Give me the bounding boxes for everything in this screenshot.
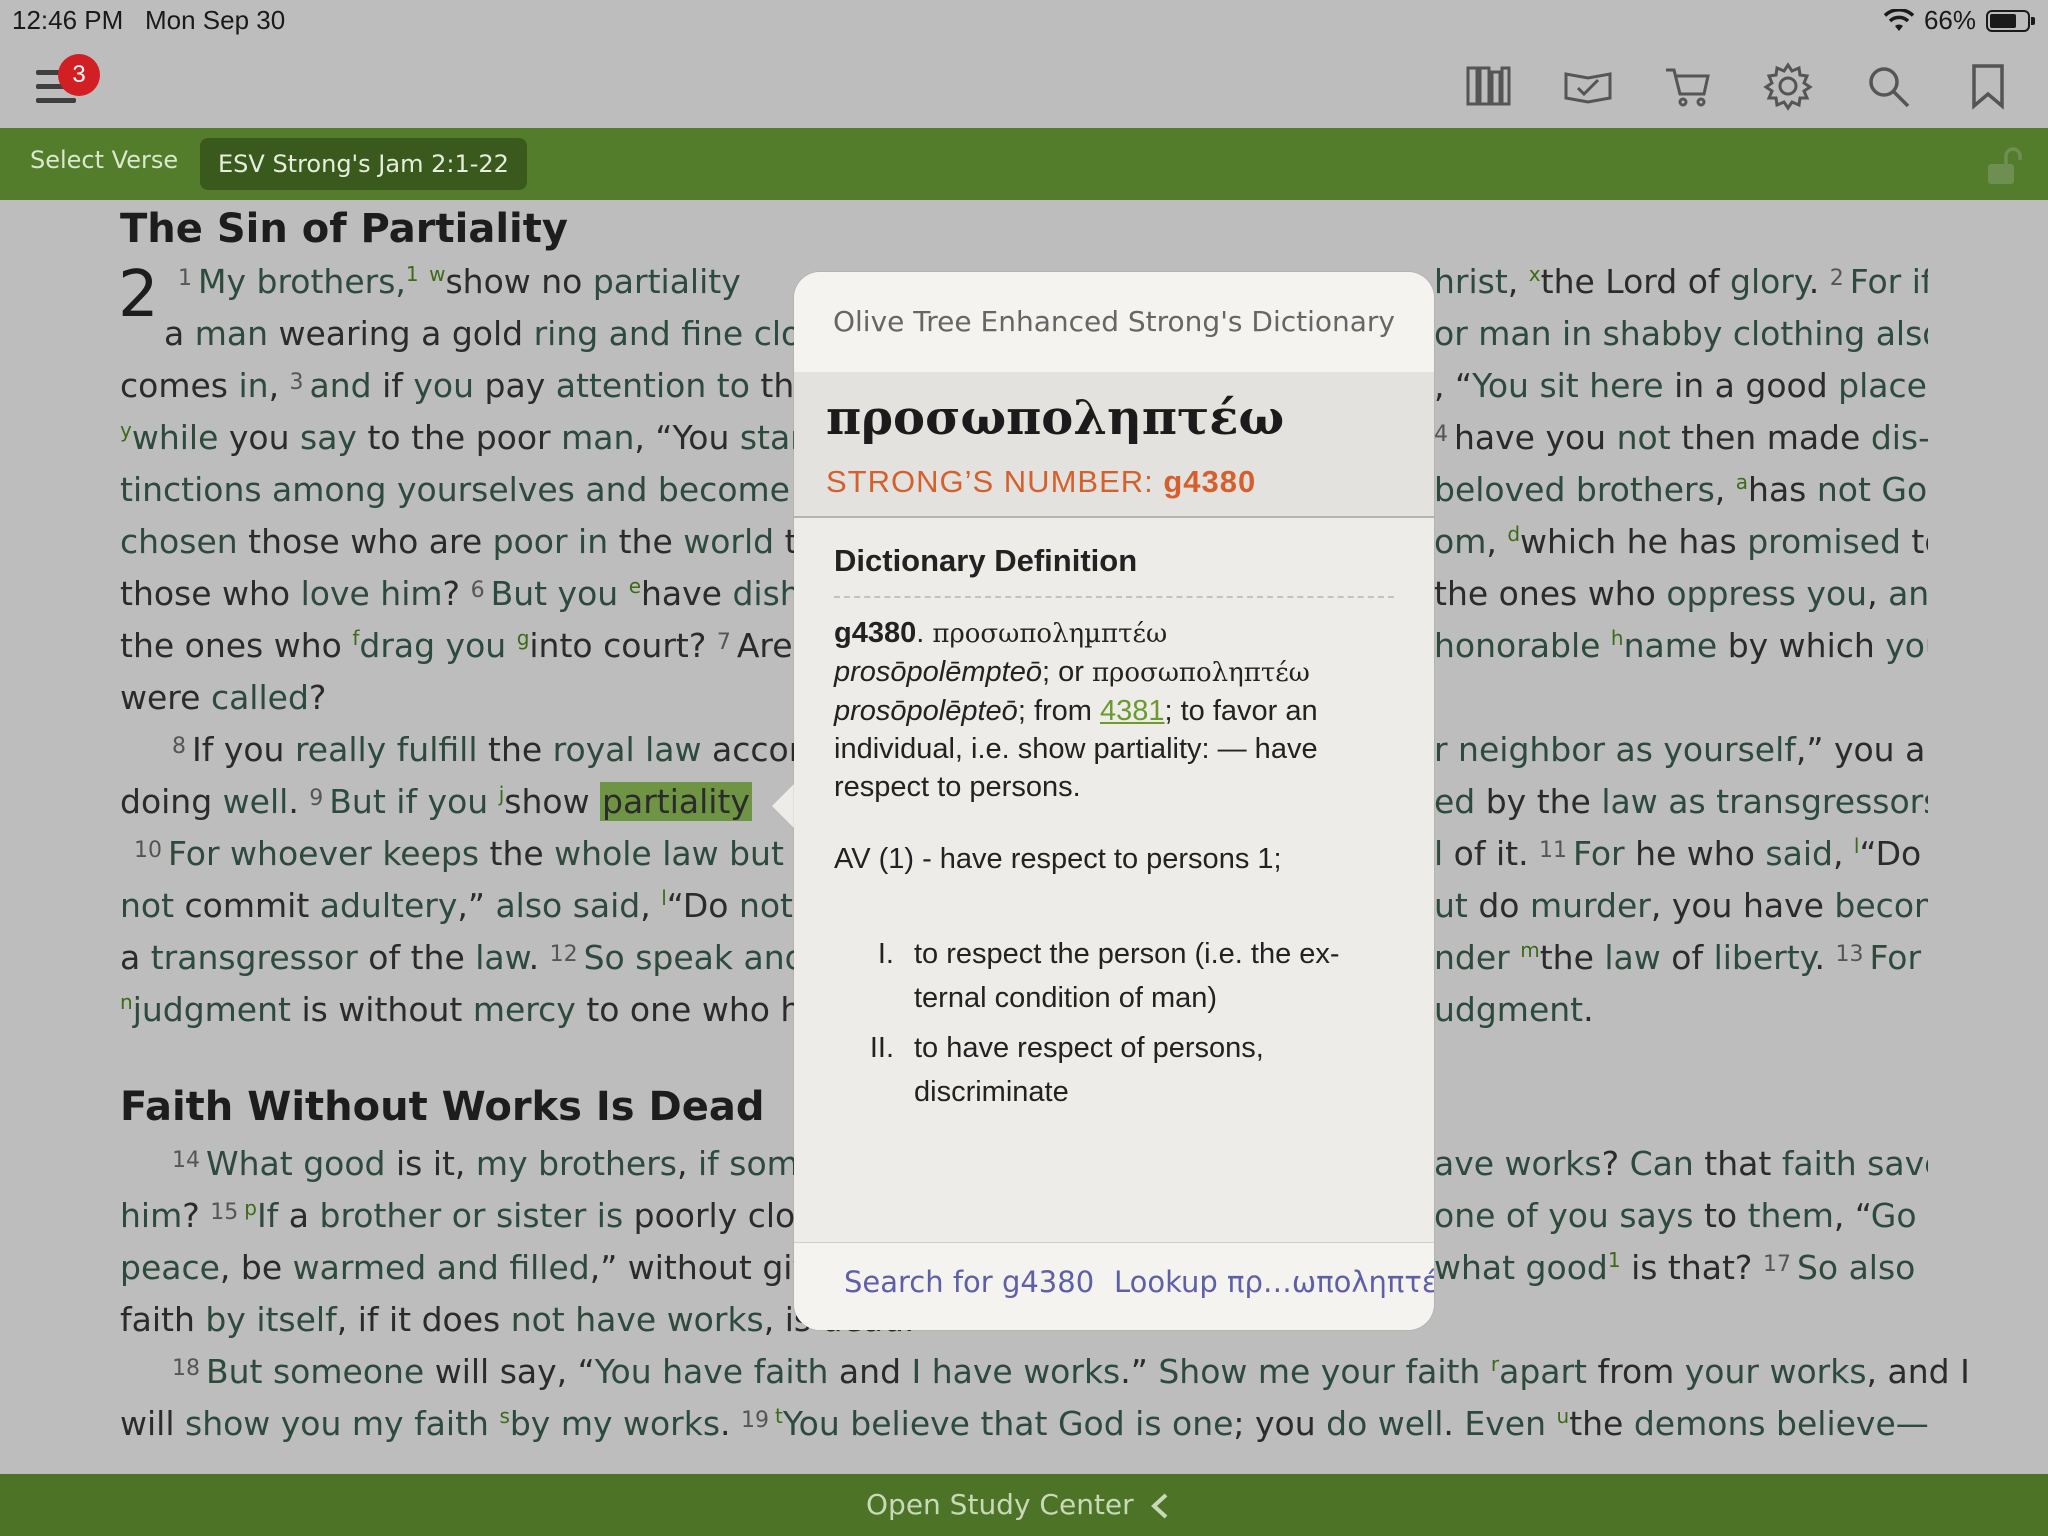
reading-plan-icon[interactable] <box>1562 60 1614 112</box>
definition-item: II. to have respect of persons, discrimin… <box>869 1032 1264 1108</box>
verse-line: ave works? Can that faith save <box>1434 1144 1928 1183</box>
status-right: 66% <box>1883 5 2035 36</box>
verse-line: will show you my faith sby my works. 19 t… <box>120 1404 1928 1443</box>
battery-icon <box>1986 9 2035 32</box>
definition-text: g4380. προσωποληµπτέω prosōpolēmpteō; or… <box>834 617 1318 803</box>
menu-line <box>36 98 76 103</box>
section-heading: Faith Without Works Is Dead <box>120 1084 765 1130</box>
popup-header: προσωποληπτέω STRONG’S NUMBER: g4380 <box>794 372 1434 518</box>
definition-body: Dictionary Definition g4380. προσωποληµπ… <box>834 532 1394 1120</box>
battery-percent: 66% <box>1923 5 1976 35</box>
definition-heading: Dictionary Definition <box>834 542 1394 598</box>
verse-line: what good1 is that? 17 So also <box>1434 1248 1916 1287</box>
verse-line: nder mthe law of liberty. 13 For <box>1434 938 1922 977</box>
bookmark-icon[interactable] <box>1962 60 2014 112</box>
study-center-bar[interactable]: Open Study Center <box>0 1474 2048 1536</box>
chevron-left-icon[interactable] <box>1148 1492 1172 1520</box>
reference-button[interactable]: ESV Strong's Jam 2:1-22 <box>200 138 527 190</box>
verse-line: l of it. 11 For he who said, l“Do <box>1434 834 1922 873</box>
verse-line: one of you says to them, “Go in <box>1434 1196 1928 1235</box>
status-time: 12:46 PM Mon Sep 30 <box>12 5 286 35</box>
status-bar: 12:46 PM Mon Sep 30 66% <box>0 0 2048 40</box>
gear-icon[interactable] <box>1762 60 1814 112</box>
highlighted-word[interactable]: partiality <box>600 782 752 821</box>
section-heading: The Sin of Partiality <box>120 206 568 252</box>
lookup-button[interactable]: Lookup πρ…ωποληπτέω <box>1114 1265 1434 1299</box>
strongs-number: STRONG’S NUMBER: g4380 <box>826 464 1257 499</box>
verse-line: om, dwhich he has promised to <box>1434 522 1928 561</box>
definition-list: I. to respect the person (i.e. the ex-ter… <box>834 932 1394 1114</box>
verse-line: hrist, xthe Lord of glory. 2 For if <box>1434 262 1928 301</box>
verse-line: ut do murder, you have become <box>1434 886 1928 925</box>
popover-arrow <box>772 782 796 830</box>
popup-actions: Search for g4380 Lookup πρ…ωποληπτέω <box>794 1242 1434 1330</box>
verse-line: , “You sit here in a good place,” <box>1434 366 1928 405</box>
verse-line: honorable hname by which you <box>1434 626 1928 665</box>
navigation-bar: Select Verse ESV Strong's Jam 2:1-22 <box>0 128 2048 200</box>
notification-badge: 3 <box>58 54 100 96</box>
verse-line: 18 But someone will say, “You have faith … <box>172 1352 1970 1391</box>
verse-line: ed by the law as transgressors. <box>1434 782 1928 821</box>
open-study-center-button[interactable]: Open Study Center <box>866 1488 1134 1521</box>
verse-line: or man in shabby clothing also <box>1434 314 1928 353</box>
unlock-icon[interactable] <box>1984 146 2024 186</box>
verse-line: r neighbor as yourself,” you are <box>1434 730 1928 769</box>
popup-title: Olive Tree Enhanced Strong's Dictionary <box>794 272 1434 372</box>
av-usage: AV (1) - have respect to persons 1; <box>834 843 1282 875</box>
library-icon[interactable] <box>1462 60 1514 112</box>
chapter-number: 2 <box>118 258 159 332</box>
dictionary-popup: Olive Tree Enhanced Strong's Dictionary … <box>794 272 1434 1330</box>
verse-line: beloved brothers, ahas not God <box>1434 470 1928 509</box>
verse-line: the ones who oppress you, and <box>1434 574 1928 613</box>
verse-line: udgment. <box>1434 990 1594 1029</box>
cart-icon[interactable] <box>1662 60 1714 112</box>
select-verse-button[interactable]: Select Verse <box>30 146 178 174</box>
wifi-icon <box>1883 8 1914 31</box>
definition-item: I. to respect the person (i.e. the ex-ter… <box>877 938 1340 1014</box>
top-toolbar: 3 <box>0 40 2048 128</box>
strongs-link[interactable]: 4381 <box>1100 695 1165 727</box>
headword: προσωποληπτέω <box>826 390 1285 446</box>
verse-line: 4 have you not then made dis- <box>1434 418 1928 457</box>
search-icon[interactable] <box>1862 60 1914 112</box>
search-strongs-button[interactable]: Search for g4380 <box>844 1265 1094 1299</box>
